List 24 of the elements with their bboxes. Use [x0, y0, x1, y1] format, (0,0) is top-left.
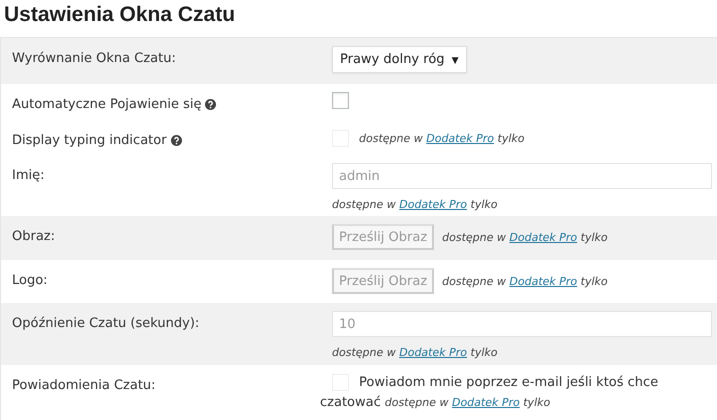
availability-note: dostępne w Dodatek Pro tylko [442, 274, 608, 288]
dropdown[interactable]: Prawy dolny róg ▼ [332, 46, 467, 73]
checkbox-label: Powiadom mnie poprzez e-mail jeśli ktoś chce [359, 375, 658, 390]
field-label: Obraz: [12, 228, 55, 244]
availability-note: dostępne w Dodatek Pro tylko [442, 230, 608, 244]
field-label: Wyrównanie Okna Czatu: [12, 50, 176, 66]
help-icon[interactable] [205, 98, 216, 110]
field-label: Automatyczne Pojawienie się [12, 96, 202, 112]
availability-note: dostępne w Dodatek Pro tylko [384, 396, 550, 409]
pro-link[interactable]: Dodatek Pro [509, 274, 578, 288]
field-label: Display typing indicator [12, 132, 167, 148]
availability-note: dostępne w Dodatek Pro tylko [332, 198, 498, 211]
section-title: Ustawienia Okna Czatu [3, 2, 236, 28]
availability-note: dostępne w Dodatek Pro tylko [359, 132, 524, 145]
field-label: Logo: [12, 272, 48, 288]
field-label: Powiadomienia Czatu: [12, 378, 156, 392]
pro-link[interactable]: Dodatek Pro [399, 346, 468, 359]
checkbox[interactable] [332, 92, 349, 109]
checkbox-label: czatować [320, 395, 381, 410]
pro-link[interactable]: Dodatek Pro [509, 230, 578, 244]
pro-link[interactable]: Dodatek Pro [399, 198, 468, 211]
field-label: Opóźnienie Czatu (sekundy): [12, 316, 200, 330]
availability-note: dostępne w Dodatek Pro tylko [332, 346, 498, 359]
field-label: Imię: [12, 168, 44, 182]
